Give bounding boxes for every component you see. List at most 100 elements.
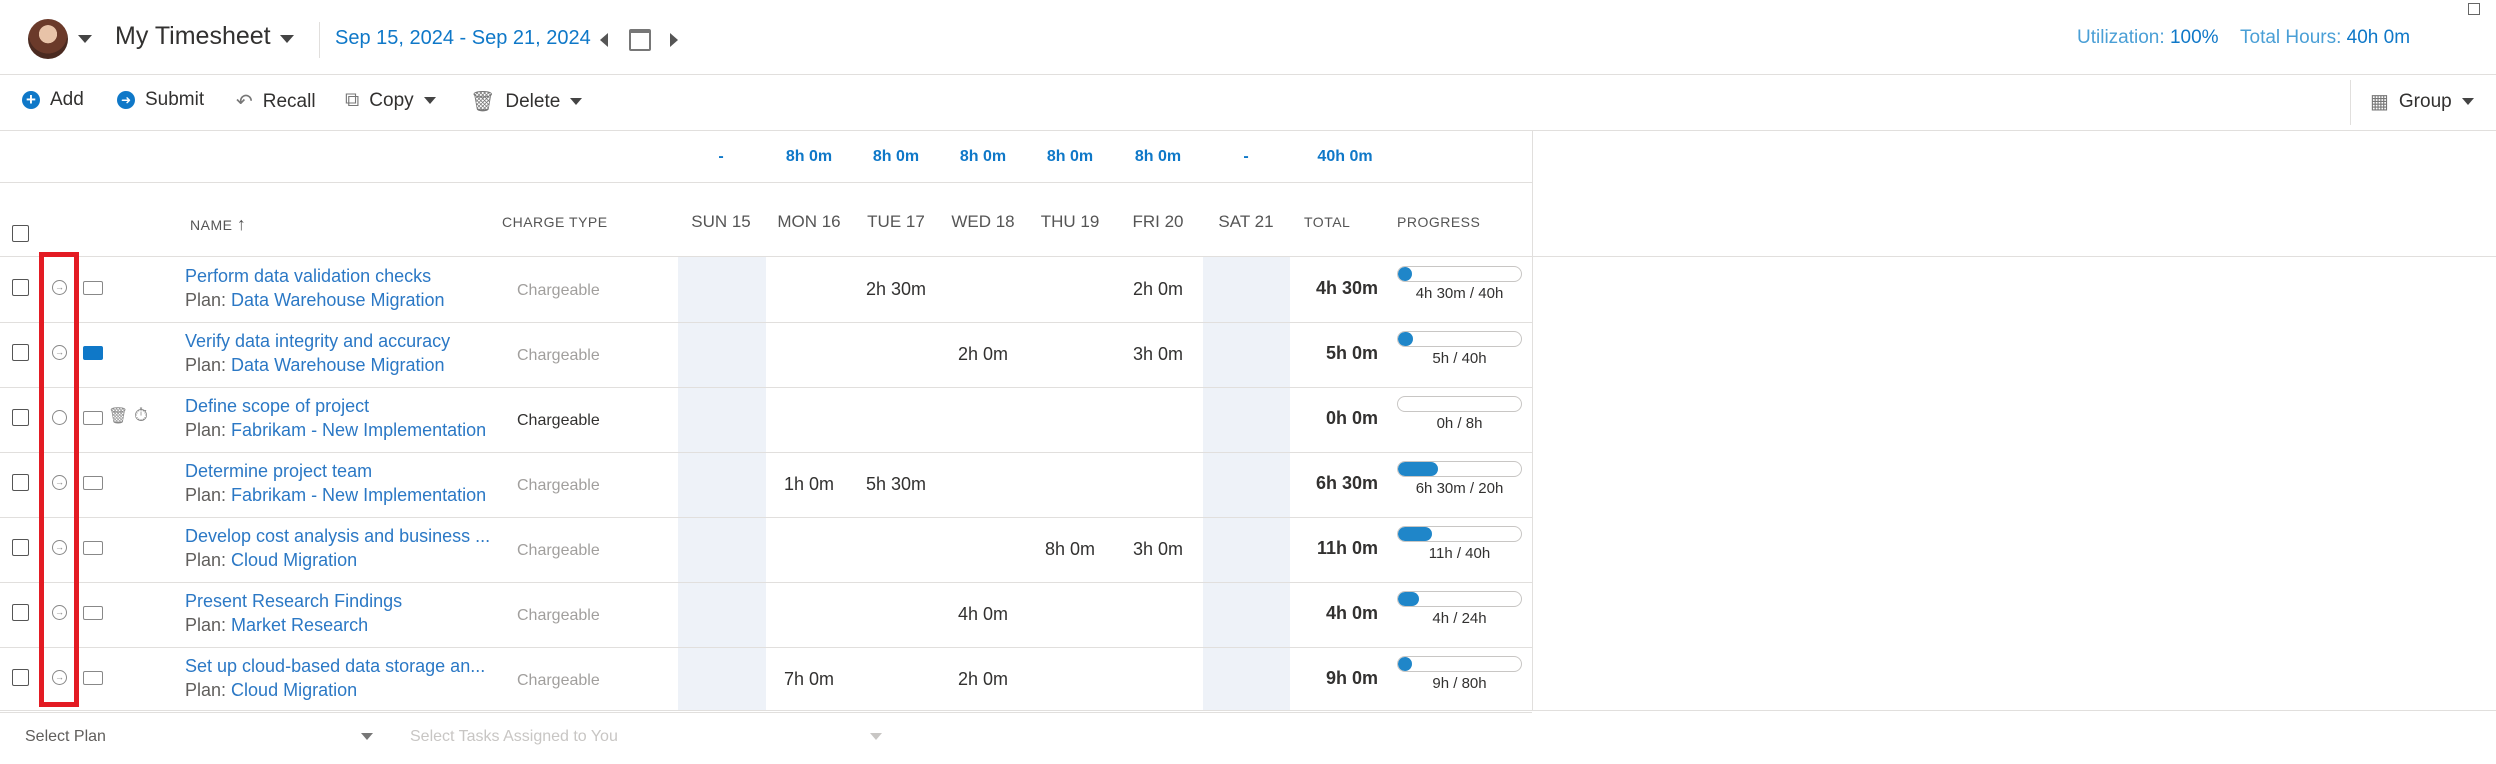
row-total: 6h 30m [1315, 473, 1378, 493]
comment-icon[interactable] [83, 411, 103, 425]
sort-ascending-icon[interactable]: ↑ [237, 214, 247, 234]
chevron-down-icon[interactable] [870, 733, 882, 740]
row-total: 4h 0m [1325, 603, 1378, 623]
day-hours-cell[interactable]: 5h 30m [853, 474, 939, 495]
row-checkbox[interactable] [12, 539, 29, 556]
select-all-checkbox[interactable] [12, 225, 29, 242]
calendar-icon[interactable] [629, 29, 651, 51]
plan-link[interactable]: Fabrikam - New Implementation [231, 420, 486, 440]
task-name-link[interactable]: Present Research Findings [185, 591, 402, 612]
day-total: 8h 0m [1046, 148, 1094, 165]
plan-link[interactable]: Cloud Migration [231, 680, 357, 700]
row-checkbox[interactable] [12, 344, 29, 361]
column-header-name[interactable]: NAME ↑ [190, 214, 246, 235]
task-name-link[interactable]: Perform data validation checks [185, 266, 431, 287]
comment-icon[interactable] [83, 606, 103, 620]
task-name-link[interactable]: Verify data integrity and accuracy [185, 331, 450, 352]
timer-icon[interactable]: ⏱ [134, 405, 148, 426]
day-hours-cell[interactable]: 8h 0m [1027, 539, 1113, 560]
task-name-link[interactable]: Define scope of project [185, 396, 369, 417]
chevron-down-icon[interactable] [78, 35, 92, 43]
row-checkbox[interactable] [12, 279, 29, 296]
task-name-link[interactable]: Develop cost analysis and business ... [185, 526, 490, 547]
progress-bar [1397, 591, 1522, 607]
previous-week-icon[interactable] [600, 33, 608, 47]
row-checkbox[interactable] [12, 474, 29, 491]
row-divider [0, 647, 1532, 648]
add-label: Add [50, 89, 84, 110]
column-header-day[interactable]: THU 19 [1027, 212, 1113, 232]
column-header-day[interactable]: SUN 15 [678, 212, 764, 232]
day-hours-cell[interactable]: 2h 0m [940, 669, 1026, 690]
charge-type[interactable]: Chargeable [517, 542, 600, 560]
progress-fill [1398, 462, 1438, 476]
column-header-day[interactable]: WED 18 [940, 212, 1026, 232]
day-hours-cell[interactable]: 1h 0m [766, 474, 852, 495]
column-header-day[interactable]: TUE 17 [853, 212, 939, 232]
day-hours-cell[interactable]: 2h 0m [940, 344, 1026, 365]
delete-button[interactable]: 🗑 Delete [470, 89, 583, 114]
comment-icon[interactable] [83, 541, 103, 555]
charge-type[interactable]: Chargeable [517, 347, 600, 365]
copy-button[interactable]: ⧉ Copy [345, 89, 436, 112]
trash-icon[interactable]: 🗑 [108, 406, 128, 426]
plan-link[interactable]: Cloud Migration [231, 550, 357, 570]
progress-fill [1398, 592, 1419, 606]
charge-type[interactable]: Chargeable [517, 282, 600, 300]
plan-prefix: Plan: [185, 420, 227, 440]
row-total: 5h 0m [1325, 343, 1378, 363]
charge-type[interactable]: Chargeable [517, 672, 600, 690]
task-name-link[interactable]: Determine project team [185, 461, 372, 482]
progress-bar [1397, 266, 1522, 282]
plan-prefix: Plan: [185, 485, 227, 505]
day-hours-cell[interactable]: 3h 0m [1115, 344, 1201, 365]
progress-fill [1398, 332, 1414, 346]
comment-icon[interactable] [83, 671, 103, 685]
page-title[interactable]: My Timesheet [115, 22, 271, 51]
task-plan: Plan: Cloud Migration [185, 680, 357, 701]
plan-prefix: Plan: [185, 615, 227, 635]
comment-icon[interactable] [83, 346, 103, 360]
recall-button[interactable]: ↶ Recall [236, 89, 316, 114]
row-checkbox[interactable] [12, 409, 29, 426]
comment-icon[interactable] [83, 281, 103, 295]
column-header-day[interactable]: SAT 21 [1203, 212, 1289, 232]
add-button[interactable]: + Add [22, 89, 84, 111]
expand-icon[interactable] [2468, 3, 2480, 15]
charge-type[interactable]: Chargeable [517, 477, 600, 495]
column-header-charge-type[interactable]: CHARGE TYPE [502, 214, 608, 230]
day-hours-cell[interactable]: 2h 30m [853, 279, 939, 300]
plan-link[interactable]: Data Warehouse Migration [231, 355, 444, 375]
plan-link[interactable]: Data Warehouse Migration [231, 290, 444, 310]
submit-button[interactable]: ➜ Submit [117, 89, 204, 111]
comment-icon[interactable] [83, 476, 103, 490]
group-button[interactable]: ▦ Group [2370, 89, 2474, 114]
column-header-total[interactable]: TOTAL [1304, 214, 1350, 230]
date-range[interactable]: Sep 15, 2024 - Sep 21, 2024 [335, 27, 591, 50]
day-total: 8h 0m [1134, 148, 1182, 165]
chevron-down-icon[interactable] [361, 733, 373, 740]
day-total: 8h 0m [959, 148, 1007, 165]
charge-type[interactable]: Chargeable [517, 607, 600, 625]
day-hours-cell[interactable]: 2h 0m [1115, 279, 1201, 300]
column-header-day[interactable]: MON 16 [766, 212, 852, 232]
select-plan-dropdown[interactable]: Select Plan [25, 728, 106, 746]
chevron-down-icon[interactable] [280, 35, 294, 43]
task-name-link[interactable]: Set up cloud-based data storage an... [185, 656, 485, 677]
charge-type[interactable]: Chargeable [517, 412, 600, 430]
chevron-down-icon [423, 97, 436, 104]
avatar[interactable] [28, 19, 68, 59]
day-hours-cell[interactable]: 7h 0m [766, 669, 852, 690]
plan-link[interactable]: Fabrikam - New Implementation [231, 485, 486, 505]
next-week-icon[interactable] [670, 33, 678, 47]
day-hours-cell[interactable]: 3h 0m [1115, 539, 1201, 560]
progress-text: 6h 30m / 20h [1415, 480, 1504, 497]
select-tasks-dropdown[interactable]: Select Tasks Assigned to You [410, 728, 618, 746]
row-checkbox[interactable] [12, 669, 29, 686]
column-header-day[interactable]: FRI 20 [1115, 212, 1201, 232]
row-checkbox[interactable] [12, 604, 29, 621]
plan-link[interactable]: Market Research [231, 615, 368, 635]
chevron-down-icon [570, 98, 583, 105]
column-header-progress[interactable]: PROGRESS [1397, 214, 1480, 230]
day-hours-cell[interactable]: 4h 0m [940, 604, 1026, 625]
